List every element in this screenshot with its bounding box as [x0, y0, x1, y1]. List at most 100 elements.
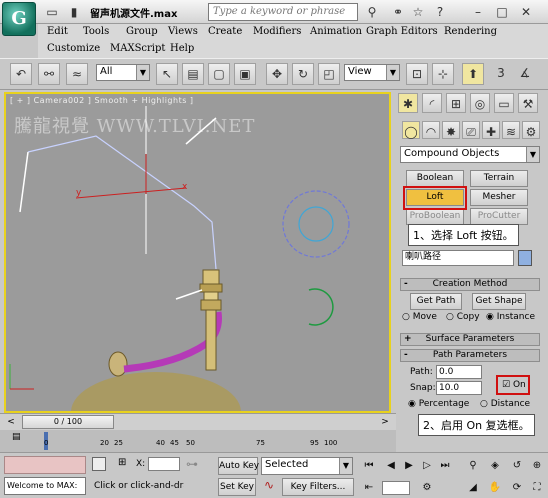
previous-frame-icon[interactable]: ◀ [384, 459, 398, 473]
x-coordinate-field[interactable] [148, 457, 180, 471]
rollout-path-parameters[interactable]: - Path Parameters [400, 349, 540, 362]
key-mode-dropdown[interactable]: Selected ▼ [261, 457, 353, 475]
utilities-tab-icon[interactable]: ⚒ [518, 93, 538, 113]
boolean-button[interactable]: Boolean [406, 170, 464, 187]
rotate-icon[interactable]: ↻ [292, 63, 314, 85]
zoom-all-icon[interactable]: ◈ [488, 459, 502, 473]
mesher-button[interactable]: Mesher [470, 189, 528, 206]
set-key-button[interactable]: Set Key [218, 478, 256, 496]
help-icon[interactable]: ? [432, 4, 448, 20]
close-icon[interactable]: ✕ [518, 4, 534, 20]
menu-group[interactable]: Group [126, 26, 158, 37]
rollout-surface-parameters[interactable]: + Surface Parameters [400, 333, 540, 346]
time-slider[interactable]: < 0 / 100 > [0, 413, 396, 430]
modify-tab-icon[interactable]: ◜ [422, 93, 442, 113]
scale-icon[interactable]: ◰ [318, 63, 340, 85]
object-category-dropdown[interactable]: Compound Objects ▼ [400, 146, 540, 163]
go-to-start-icon[interactable]: ⏮ [362, 459, 376, 473]
helpers-icon[interactable]: ✚ [482, 121, 500, 139]
snap-input[interactable]: 10.0 [436, 381, 482, 395]
proboolean-button[interactable]: ProBoolean [406, 208, 464, 225]
select-manipulate-icon[interactable]: ⊹ [432, 63, 454, 85]
keyboard-shortcut-override-icon[interactable]: ⬆ [462, 63, 484, 85]
object-color-swatch[interactable] [518, 250, 532, 266]
zoom-icon[interactable]: ⚲ [466, 459, 480, 473]
motion-tab-icon[interactable]: ◎ [470, 93, 490, 113]
radio-instance[interactable]: ◉ Instance [486, 312, 535, 322]
get-path-button[interactable]: Get Path [410, 293, 462, 310]
path-input[interactable]: 0.0 [436, 365, 482, 379]
maxscript-listener-mini[interactable] [4, 456, 86, 474]
select-object-icon[interactable]: ↖ [156, 63, 178, 85]
undo-icon[interactable]: ↶ [10, 63, 32, 85]
new-file-icon[interactable]: ▭ [44, 4, 60, 20]
time-config-icon[interactable]: ⚙ [420, 481, 434, 495]
auto-key-button[interactable]: Auto Key [218, 457, 259, 475]
set-key-icon[interactable]: ∿ [260, 478, 278, 496]
systems-icon[interactable]: ⚙ [522, 121, 540, 139]
star-icon[interactable]: ☆ [410, 4, 426, 20]
window-crossing-icon[interactable]: ▣ [234, 63, 256, 85]
get-shape-button[interactable]: Get Shape [472, 293, 526, 310]
rectangle-selection-icon[interactable]: ▢ [208, 63, 230, 85]
current-frame-field[interactable] [382, 481, 410, 495]
angle-snap-icon[interactable]: ∡ [514, 63, 536, 85]
search-input[interactable]: Type a keyword or phrase [208, 3, 358, 21]
move-icon[interactable]: ✥ [266, 63, 288, 85]
next-key-icon[interactable]: ▷ [420, 459, 434, 473]
menu-help[interactable]: Help [170, 43, 194, 54]
menu-views[interactable]: Views [168, 26, 198, 37]
track-bar[interactable]: ▤ 0 20 25 40 45 50 75 95 100 [0, 430, 396, 452]
play-icon[interactable]: ▶ [402, 459, 416, 473]
orbit-icon[interactable]: ↺ [510, 459, 524, 473]
menu-rendering[interactable]: Rendering [444, 26, 497, 37]
geometry-icon[interactable]: ◯ [402, 121, 420, 139]
minimize-icon[interactable]: – [470, 4, 486, 20]
menu-customize[interactable]: Customize [47, 43, 100, 54]
key-filters-button[interactable]: Key Filters... [282, 478, 354, 496]
bind-space-warp-icon[interactable]: ≈ [66, 63, 88, 85]
shapes-icon[interactable]: ◠ [422, 121, 440, 139]
pivot-center-icon[interactable]: ⊡ [406, 63, 428, 85]
arc-rotate-icon[interactable]: ⟳ [510, 481, 524, 495]
create-tab-icon[interactable]: ✱ [398, 93, 418, 113]
hierarchy-tab-icon[interactable]: ⊞ [446, 93, 466, 113]
terrain-button[interactable]: Terrain [470, 170, 528, 187]
reference-coordinate-dropdown[interactable]: View ▼ [344, 64, 400, 81]
selection-lock-icon[interactable] [92, 457, 106, 471]
maximize-viewport-icon[interactable]: ⛶ [530, 481, 544, 495]
menu-graph-editors[interactable]: Graph Editors [366, 26, 438, 37]
link-icon[interactable]: ⚭ [390, 4, 406, 20]
select-by-name-icon[interactable]: ▤ [182, 63, 204, 85]
menu-create[interactable]: Create [208, 26, 242, 37]
rollout-creation-method[interactable]: - Creation Method [400, 278, 540, 291]
go-to-end-icon[interactable]: ⏭ [438, 459, 452, 473]
camera-viewport[interactable]: [ + ] Camera002 ] Smooth + Highlights ] … [4, 92, 391, 413]
lights-icon[interactable]: ✸ [442, 121, 460, 139]
menu-animation[interactable]: Animation [310, 26, 362, 37]
maximize-icon[interactable]: □ [494, 4, 510, 20]
radio-copy[interactable]: ○ Copy [446, 312, 480, 322]
key-mode-toggle-icon[interactable]: ⇤ [362, 481, 376, 495]
space-warps-icon[interactable]: ≋ [502, 121, 520, 139]
pan-icon[interactable]: ✋ [488, 481, 502, 495]
selection-filter-dropdown[interactable]: All ▼ [96, 64, 150, 81]
radio-distance[interactable]: ○ Distance [480, 399, 530, 409]
menu-edit[interactable]: Edit [47, 26, 68, 37]
menu-maxscript[interactable]: MAXScript [110, 43, 165, 54]
display-tab-icon[interactable]: ▭ [494, 93, 514, 113]
procutter-button[interactable]: ProCutter [470, 208, 528, 225]
radio-move[interactable]: ○ Move [402, 312, 437, 322]
menu-tools[interactable]: Tools [83, 26, 109, 37]
next-frame-icon[interactable]: > [378, 415, 392, 429]
radio-percentage[interactable]: ◉ Percentage [408, 399, 469, 409]
object-name-field[interactable]: 喇叭路径 [402, 250, 514, 266]
maxscript-output[interactable]: Welcome to MAX: [4, 477, 86, 495]
absolute-mode-icon[interactable]: ⊞ [118, 457, 132, 471]
binoculars-icon[interactable]: ⚲ [364, 4, 380, 20]
prev-frame-icon[interactable]: < [4, 415, 18, 429]
mini-curve-editor-icon[interactable]: ▤ [12, 432, 24, 444]
menu-modifiers[interactable]: Modifiers [253, 26, 301, 37]
open-file-icon[interactable]: ▮ [66, 4, 82, 20]
key-icon[interactable]: ⊶ [186, 457, 210, 473]
